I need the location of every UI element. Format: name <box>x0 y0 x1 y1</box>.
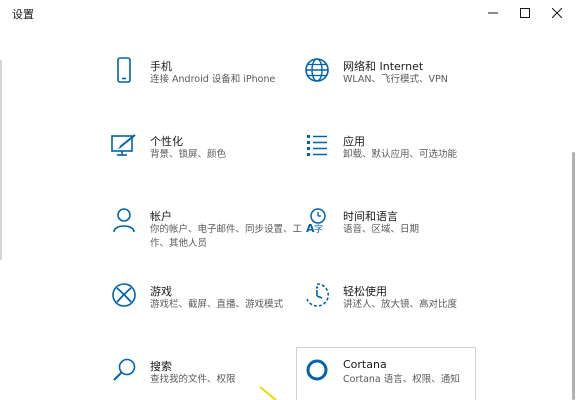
tile-network[interactable]: 网络和 Internet WLAN、飞行模式、VPN <box>303 56 481 112</box>
tile-time-language[interactable]: A字 时间和语言 语音、区域、日期 <box>303 206 481 262</box>
annotation-arrow-icon <box>259 386 277 400</box>
apps-icon <box>303 131 331 159</box>
close-button[interactable] <box>542 0 572 26</box>
tile-name: 帐户 <box>150 210 172 223</box>
tile-desc: 卸载、默认应用、可选功能 <box>343 149 458 160</box>
phone-icon <box>110 56 138 84</box>
tile-phone[interactable]: 手机 连接 Android 设备和 iPhone <box>110 56 288 112</box>
svg-text:字: 字 <box>314 223 323 233</box>
title-bar: 设置 <box>0 0 580 26</box>
tile-desc: 查找我的文件、权限 <box>150 374 236 385</box>
tile-name: 时间和语言 <box>343 210 398 223</box>
tile-name: 手机 <box>150 60 172 73</box>
minimize-icon <box>488 12 498 14</box>
tile-name: 游戏 <box>150 285 172 298</box>
ease-of-access-icon <box>303 281 331 309</box>
tile-desc: 你的帐户、电子邮件、同步设置、工作、其他人员 <box>150 224 303 249</box>
xbox-icon <box>110 281 138 309</box>
maximize-button[interactable] <box>510 0 540 26</box>
personalization-icon <box>110 131 138 159</box>
tile-desc: 语音、区域、日期 <box>343 224 420 235</box>
tile-name: 搜索 <box>150 360 172 373</box>
tile-name: 网络和 Internet <box>343 60 424 73</box>
tile-desc: 讲述人、放大镜、高对比度 <box>343 299 458 310</box>
tile-gaming[interactable]: 游戏 游戏栏、截屏、直播、游戏模式 <box>110 281 288 337</box>
settings-window: 设置 手机 连接 Android 设备和 iPhone 网络和 Internet… <box>0 0 580 400</box>
left-edge <box>0 60 2 260</box>
tile-cortana[interactable]: Cortana Cortana 语言、权限、通知 <box>303 356 481 400</box>
close-icon <box>552 8 562 18</box>
time-language-icon: A字 <box>303 206 331 234</box>
tile-apps[interactable]: 应用 卸载、默认应用、可选功能 <box>303 131 481 187</box>
tile-desc: 连接 Android 设备和 iPhone <box>150 74 276 85</box>
tile-ease-of-access[interactable]: 轻松使用 讲述人、放大镜、高对比度 <box>303 281 481 337</box>
tile-accounts[interactable]: 帐户 你的帐户、电子邮件、同步设置、工作、其他人员 <box>110 206 302 262</box>
minimize-button[interactable] <box>478 0 508 26</box>
search-icon <box>110 356 138 384</box>
maximize-icon <box>520 8 530 18</box>
tile-name: Cortana <box>343 358 387 371</box>
window-title: 设置 <box>12 8 34 21</box>
tile-desc: Cortana 语言、权限、通知 <box>343 374 460 385</box>
tile-desc: WLAN、飞行模式、VPN <box>343 74 448 85</box>
tile-name: 应用 <box>343 135 365 148</box>
tile-desc: 游戏栏、截屏、直播、游戏模式 <box>150 299 284 310</box>
globe-icon <box>303 56 331 84</box>
cortana-icon <box>303 356 331 384</box>
tile-name: 个性化 <box>150 135 183 148</box>
tile-personalization[interactable]: 个性化 背景、锁屏、颜色 <box>110 131 288 187</box>
account-icon <box>110 206 138 234</box>
scrollbar[interactable] <box>570 26 578 400</box>
scrollbar-thumb[interactable] <box>572 152 575 400</box>
tile-desc: 背景、锁屏、颜色 <box>150 149 227 160</box>
tile-name: 轻松使用 <box>343 285 387 298</box>
